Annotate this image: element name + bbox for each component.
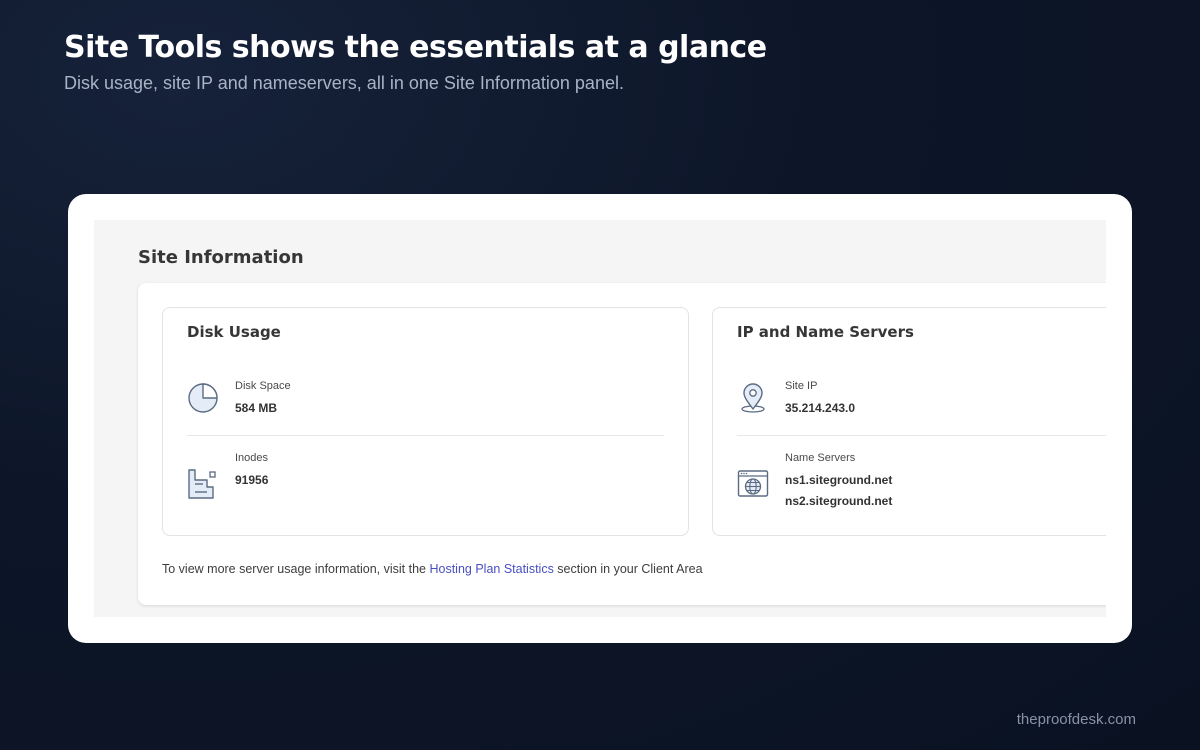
- ip-nameservers-title: IP and Name Servers: [737, 323, 914, 341]
- inodes-value: 91956: [235, 473, 269, 487]
- disk-space-value: 584 MB: [235, 401, 278, 415]
- site-tools-screenshot: Site Information Disk Usage Disk Space 5…: [94, 220, 1106, 617]
- location-pin-icon: [741, 383, 765, 413]
- globe-browser-icon: [737, 470, 769, 497]
- disk-usage-card: Disk Usage Disk Space 584 MB Inodes 9195…: [162, 307, 689, 536]
- name-server-2: ns2.siteground.net: [785, 494, 893, 508]
- screenshot-card: Site Information Disk Usage Disk Space 5…: [68, 194, 1132, 643]
- page-headline: Site Tools shows the essentials at a gla…: [64, 30, 767, 65]
- ip-nameservers-card: IP and Name Servers Site IP 35.214.243.0: [712, 307, 1106, 536]
- name-servers-label: Name Servers: [785, 452, 856, 464]
- inodes-label: Inodes: [235, 452, 269, 464]
- site-ip-label: Site IP: [785, 380, 818, 392]
- row-divider: [737, 435, 1106, 436]
- row-divider: [187, 435, 664, 436]
- disk-usage-title: Disk Usage: [187, 323, 281, 341]
- name-server-1: ns1.siteground.net: [785, 473, 893, 487]
- site-information-title: Site Information: [138, 247, 304, 268]
- site-information-panel: Disk Usage Disk Space 584 MB Inodes 9195…: [138, 283, 1106, 605]
- pie-chart-icon: [188, 383, 218, 413]
- page-subheadline: Disk usage, site IP and nameservers, all…: [64, 73, 624, 93]
- brand-watermark: theproofdesk.com: [1016, 711, 1136, 728]
- site-ip-value: 35.214.243.0: [785, 401, 856, 415]
- footnote-prefix: To view more server usage information, v…: [162, 562, 430, 576]
- disk-space-label: Disk Space: [235, 380, 291, 392]
- inodes-icon: [188, 469, 216, 499]
- usage-footnote: To view more server usage information, v…: [162, 562, 703, 576]
- hosting-plan-statistics-link[interactable]: Hosting Plan Statistics: [429, 562, 553, 576]
- footnote-suffix: section in your Client Area: [553, 562, 703, 576]
